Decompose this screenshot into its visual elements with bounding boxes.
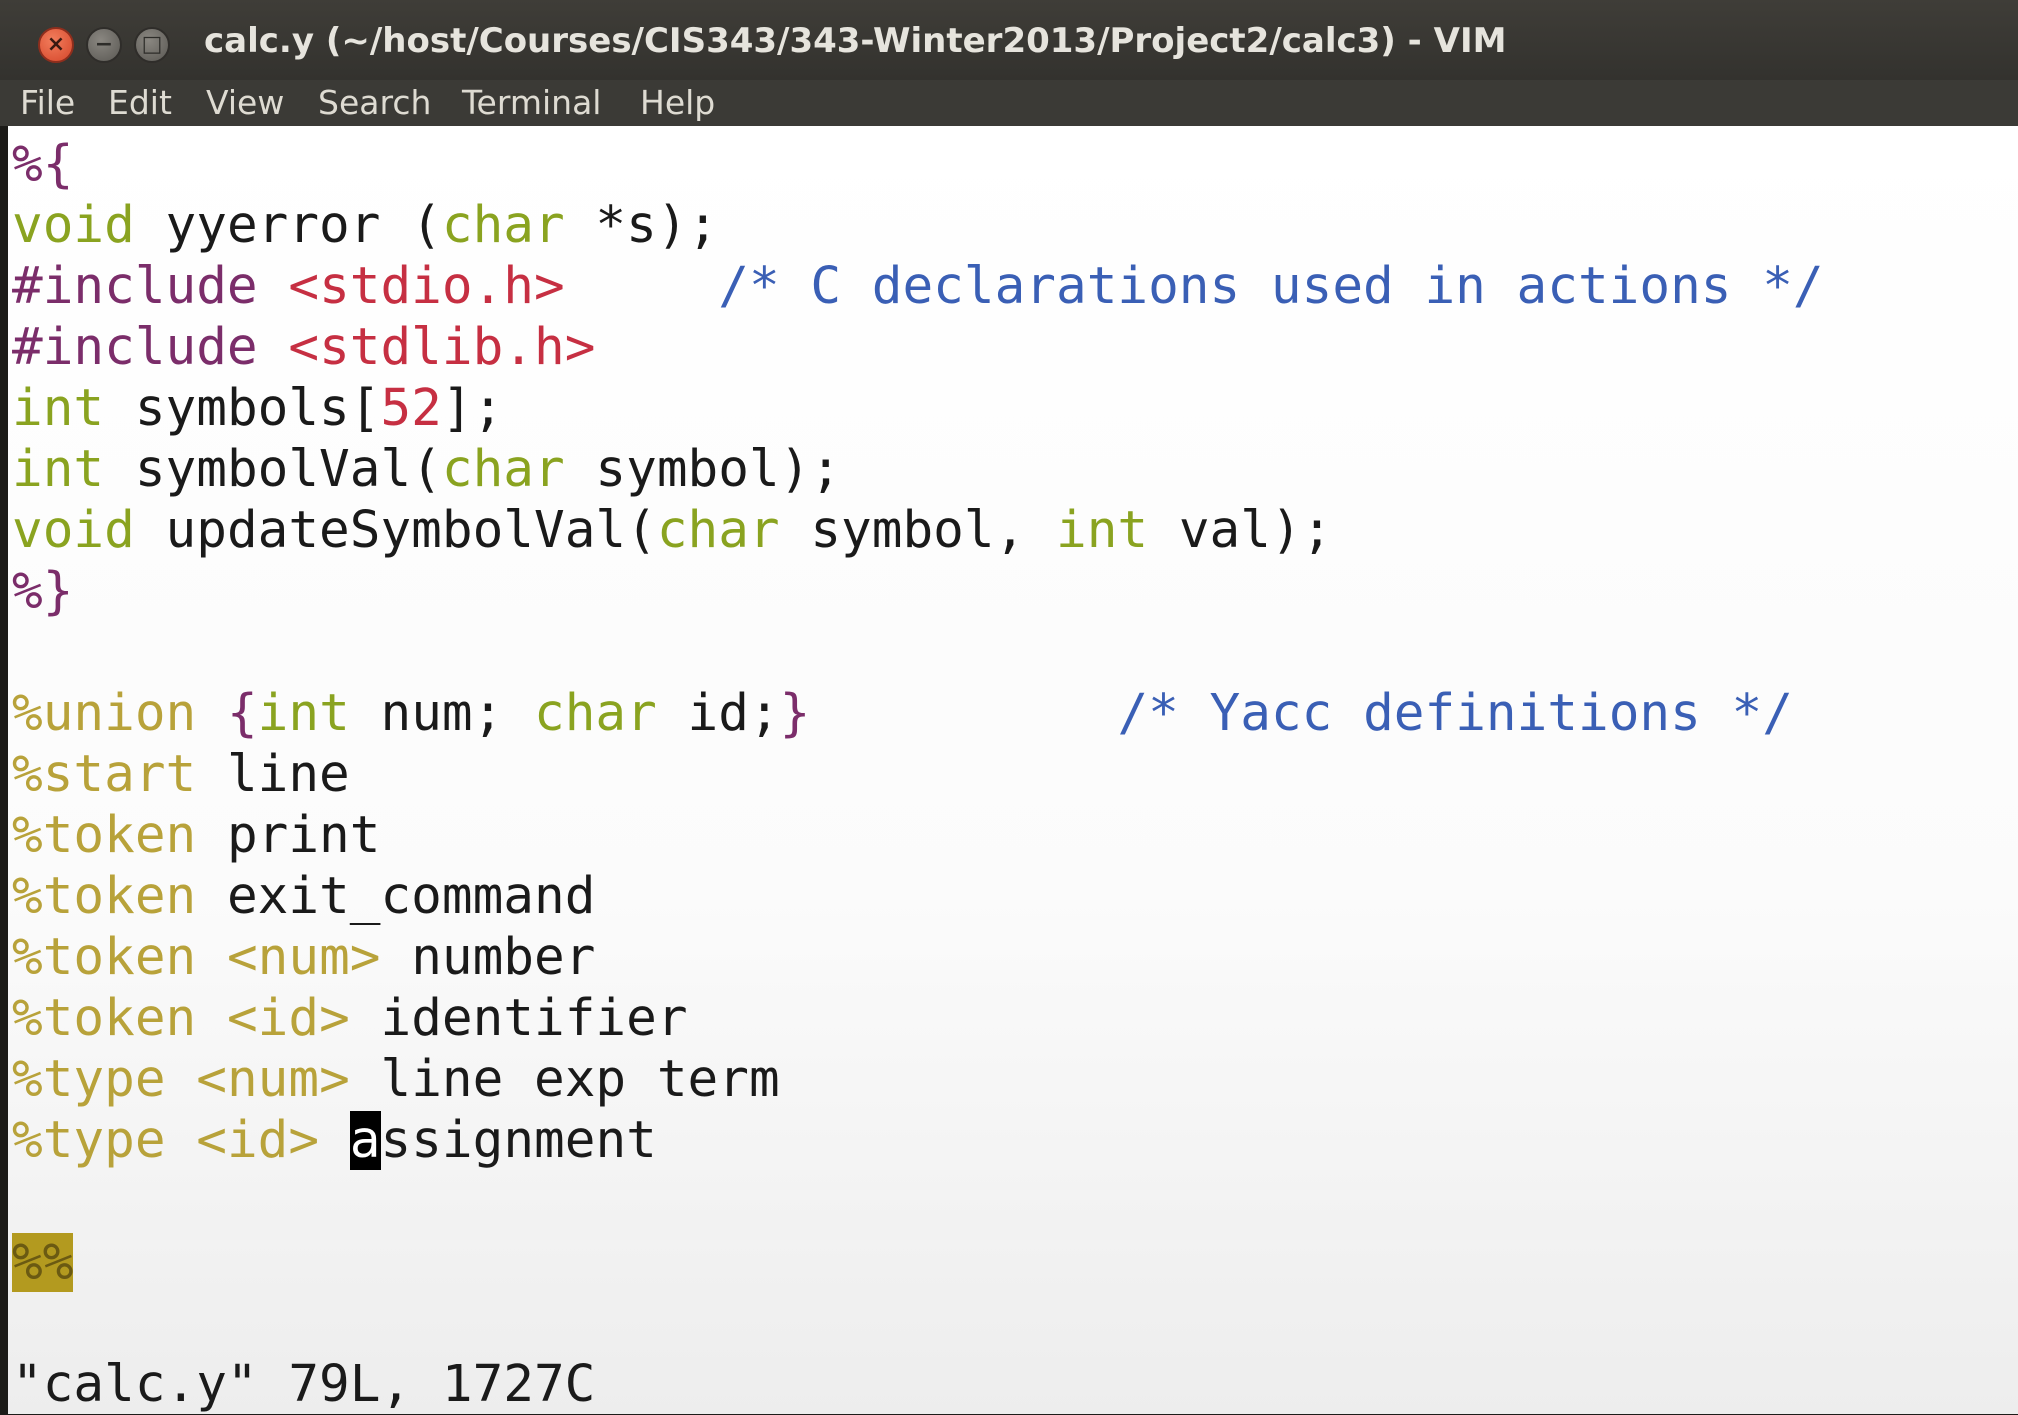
code-token: <num>: [226, 928, 381, 987]
code-line-12: %token print: [12, 805, 380, 866]
code-token: exit_command: [196, 867, 596, 926]
code-token: 52: [380, 379, 442, 438]
code-token: <stdio.h>: [288, 257, 565, 316]
code-line-19: %%: [12, 1232, 74, 1293]
code-token: {: [196, 684, 258, 743]
code-token: %{: [12, 135, 74, 194]
code-token: %union: [12, 684, 197, 743]
window-titlebar: × − □ calc.y (~/host/Courses/CIS343/343-…: [0, 0, 2018, 80]
code-line-3: #include <stdio.h> /* C declarations use…: [12, 256, 1824, 317]
code-token: %token: [12, 806, 197, 865]
code-token: int: [12, 440, 105, 499]
code-token: #include: [12, 257, 258, 316]
code-token: char: [441, 196, 565, 255]
menu-bar: File Edit View Search Terminal Help: [0, 80, 2018, 126]
menu-help[interactable]: Help: [640, 80, 715, 126]
code-token: identifier: [349, 989, 688, 1048]
code-token: symbol,: [779, 501, 1056, 560]
code-token: void: [12, 501, 135, 560]
section-separator-highlight: %%: [12, 1233, 74, 1292]
window-title: calc.y (~/host/Courses/CIS343/343-Winter…: [204, 21, 1507, 61]
code-line-4: #include <stdlib.h>: [12, 317, 595, 378]
text-cursor: a: [349, 1111, 381, 1170]
close-icon: ×: [46, 32, 66, 57]
menu-edit[interactable]: Edit: [108, 80, 172, 126]
code-token: print: [196, 806, 381, 865]
code-token: int: [12, 379, 105, 438]
code-token: %token: [12, 867, 197, 926]
code-token: line: [196, 745, 350, 804]
minimize-icon: −: [94, 32, 114, 57]
code-token: id;: [656, 684, 780, 743]
code-token: #include: [12, 318, 258, 377]
code-line-1: %{: [12, 134, 73, 195]
code-token: line exp term: [349, 1050, 780, 1109]
code-line-16: %type <num> line exp term: [12, 1049, 780, 1110]
code-token: %start: [12, 745, 197, 804]
code-token: %}: [12, 562, 74, 621]
code-line-7: void updateSymbolVal(char symbol, int va…: [12, 500, 1332, 561]
code-token: %token: [12, 928, 197, 987]
code-token: ssignment: [380, 1111, 657, 1170]
code-token: val);: [1148, 501, 1333, 560]
code-token: char: [656, 501, 780, 560]
code-line-5: int symbols[52];: [12, 378, 503, 439]
code-token: <stdlib.h>: [288, 318, 596, 377]
code-token: <id>: [226, 989, 350, 1048]
code-token: <id>: [196, 1111, 320, 1170]
code-line-15: %token <id> identifier: [12, 988, 688, 1049]
code-token: updateSymbolVal(: [134, 501, 657, 560]
close-window-button[interactable]: ×: [38, 27, 74, 63]
code-line-2: void yyerror (char *s);: [12, 195, 718, 256]
code-comment: /* Yacc definitions */: [1117, 684, 1793, 743]
code-line-8: %}: [12, 561, 73, 622]
code-token: *s);: [564, 196, 719, 255]
minimize-window-button[interactable]: −: [86, 27, 122, 63]
code-line-17: %type <id> assignment: [12, 1110, 657, 1171]
code-token: %type: [12, 1111, 166, 1170]
code-token: char: [441, 440, 565, 499]
code-token: }: [779, 684, 811, 743]
code-token: %type: [12, 1050, 166, 1109]
status-message: "calc.y" 79L, 1727C: [12, 1355, 596, 1414]
code-token: int: [1055, 501, 1149, 560]
code-token: <num>: [196, 1050, 350, 1109]
code-token: int: [257, 684, 350, 743]
code-token: symbols[: [104, 379, 381, 438]
code-comment: /* C declarations used in actions */: [718, 257, 1824, 316]
code-token: void: [12, 196, 135, 255]
menu-terminal[interactable]: Terminal: [462, 80, 601, 126]
code-line-14: %token <num> number: [12, 927, 595, 988]
code-line-10: %union {int num; char id;} /* Yacc defin…: [12, 683, 1793, 744]
menu-search[interactable]: Search: [318, 80, 431, 126]
menu-file[interactable]: File: [20, 80, 75, 126]
code-line-11: %start line: [12, 744, 350, 805]
code-token: char: [534, 684, 657, 743]
menu-view[interactable]: View: [206, 80, 284, 126]
code-token: %token: [12, 989, 197, 1048]
code-token: symbolVal(: [104, 440, 442, 499]
code-line-6: int symbolVal(char symbol);: [12, 439, 841, 500]
code-token: number: [380, 928, 596, 987]
code-token: symbol);: [564, 440, 842, 499]
code-token: yyerror (: [134, 196, 442, 255]
vim-editor-area[interactable]: %{ void yyerror (char *s); #include <std…: [8, 126, 2018, 1414]
maximize-icon: □: [141, 32, 163, 57]
maximize-window-button[interactable]: □: [134, 27, 170, 63]
code-line-13: %token exit_command: [12, 866, 595, 927]
code-token: ];: [441, 379, 504, 438]
code-token: num;: [349, 684, 535, 743]
